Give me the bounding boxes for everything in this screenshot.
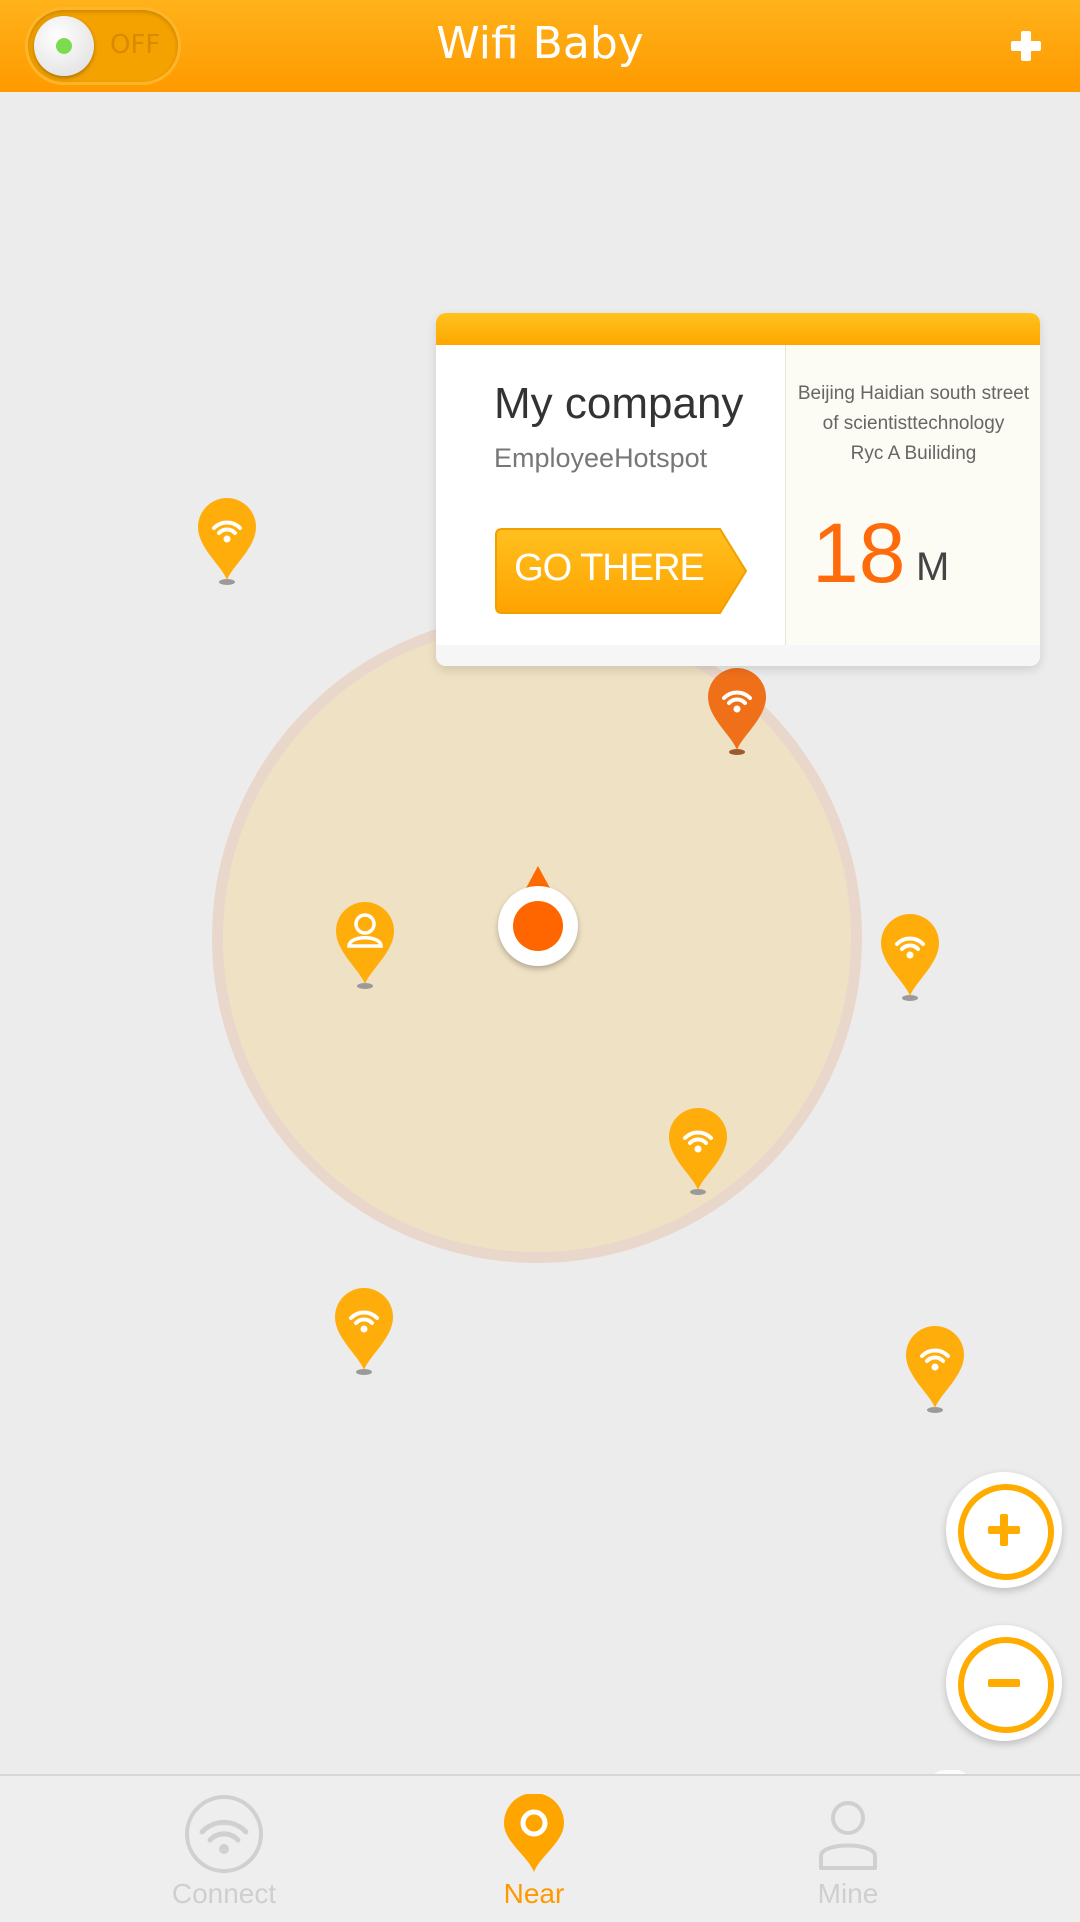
wifi-hotspot-pin[interactable] (904, 1324, 966, 1414)
user-pin-icon (336, 902, 394, 989)
nav-item-near[interactable]: Near (434, 1776, 634, 1922)
card-main-section: My company EmployeeHotspot GO THERE (436, 345, 785, 645)
zoom-out-icon (988, 1679, 1020, 1687)
card-footer (436, 645, 1040, 666)
distance-unit: M (916, 545, 950, 589)
wifi-pin-icon (198, 498, 256, 585)
hotspot-name: My company (494, 379, 744, 428)
location-dot-icon (498, 886, 578, 966)
zoom-out-button[interactable] (946, 1625, 1062, 1741)
card-detail-section: Beijing Haidian south street of scientis… (785, 345, 1040, 645)
card-header-strip (436, 313, 1040, 345)
go-there-label: GO THERE (514, 547, 705, 589)
location-pin-icon (494, 1794, 574, 1874)
person-icon (808, 1794, 888, 1874)
wifi-icon (184, 1794, 264, 1874)
wifi-pin-icon (708, 668, 766, 755)
nav-item-mine[interactable]: Mine (748, 1776, 948, 1922)
plus-icon (1006, 26, 1046, 66)
wifi-hotspot-pin[interactable] (667, 1106, 729, 1196)
distance-value: 18 (812, 506, 906, 600)
hotspot-type: EmployeeHotspot (494, 443, 708, 473)
wifi-hotspot-pin[interactable] (333, 1286, 395, 1376)
wifi-pin-icon (881, 914, 939, 1001)
bottom-navigation: Connect Near Mine (0, 1774, 1080, 1922)
wifi-pin-icon (335, 1288, 393, 1375)
address-line: Beijing Haidian south street (797, 383, 1030, 404)
hotspot-address: Beijing Haidian south street of scientis… (792, 379, 1035, 469)
nav-label-connect: Connect (171, 1878, 277, 1909)
zoom-in-button[interactable] (946, 1472, 1062, 1588)
wifi-hotspot-pin[interactable] (196, 496, 258, 586)
go-there-button[interactable]: GO THERE (494, 527, 750, 615)
address-line: Ryc A Builiding (850, 443, 977, 464)
hotspot-info-card[interactable]: My company EmployeeHotspot GO THERE Beij… (436, 313, 1040, 666)
add-button[interactable] (1006, 26, 1046, 66)
wifi-pin-icon (669, 1108, 727, 1195)
address-line: of scientisttechnology (822, 413, 1005, 434)
location-dot (513, 901, 563, 951)
wifi-hotspot-pin-selected[interactable] (706, 666, 768, 756)
nav-label-mine: Mine (817, 1878, 879, 1909)
zoom-in-icon (988, 1514, 1020, 1546)
wifi-hotspot-pin[interactable] (879, 912, 941, 1002)
user-location-pin[interactable] (334, 900, 396, 990)
app-header: OFF Wifi Baby (0, 0, 1080, 92)
nav-label-near: Near (503, 1878, 565, 1909)
wifi-pin-icon (906, 1326, 964, 1413)
nav-item-connect[interactable]: Connect (124, 1776, 324, 1922)
current-location-marker (495, 866, 581, 966)
app-title: Wifi Baby (436, 18, 644, 69)
